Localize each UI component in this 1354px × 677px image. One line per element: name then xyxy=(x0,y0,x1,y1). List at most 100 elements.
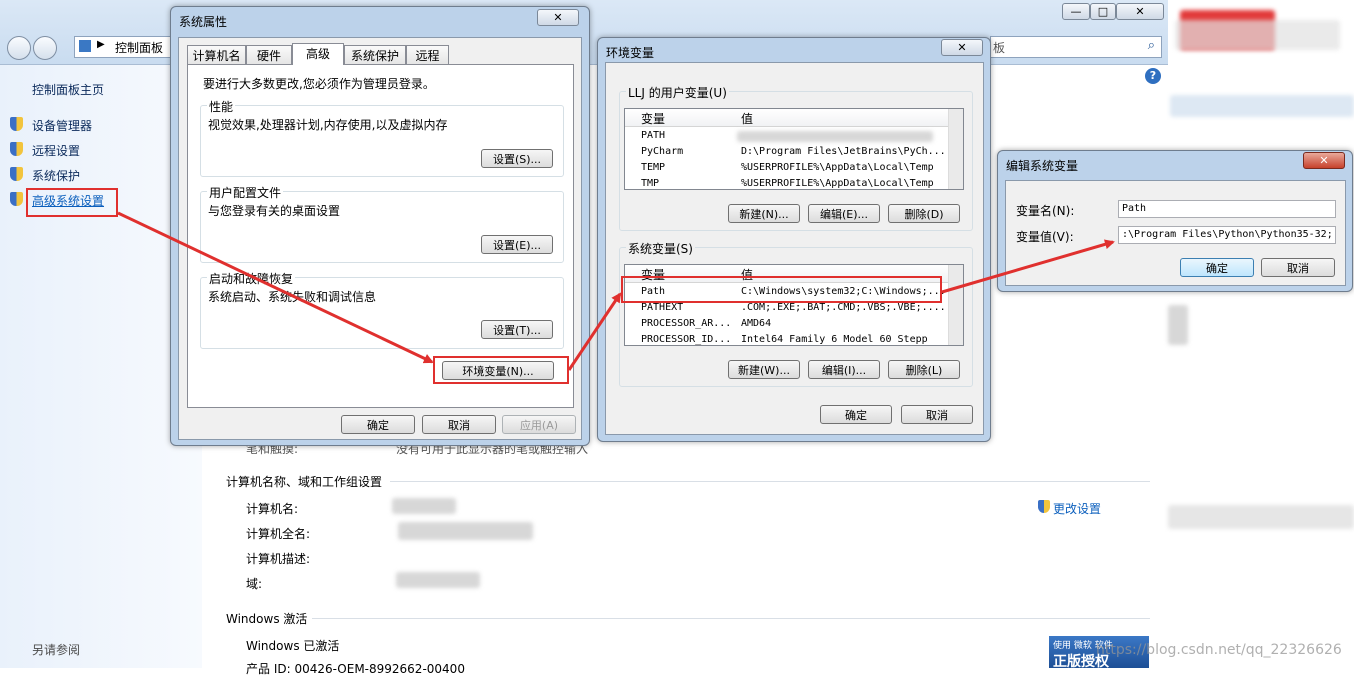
system-new-button[interactable]: 新建(W)... xyxy=(728,360,800,379)
redacted-value xyxy=(392,498,456,514)
user-variables-list[interactable]: 变量 值 PATH PyCharm D:\Program Files\JetBr… xyxy=(624,108,964,190)
user-profiles-settings-button[interactable]: 设置(E)... xyxy=(481,235,553,254)
back-button[interactable] xyxy=(7,36,31,60)
tab-computer-name[interactable]: 计算机名 xyxy=(187,45,246,65)
row-value: D:\Program Files\JetBrains\PyCh... xyxy=(741,146,946,157)
tab-system-protection[interactable]: 系统保护 xyxy=(344,45,406,65)
dialog-client: 变量名(N): Path 变量值(V): :\Program Files\Pyt… xyxy=(1005,180,1346,286)
dialog-title: 环境变量 xyxy=(606,46,655,60)
user-edit-button[interactable]: 编辑(E)... xyxy=(808,204,880,223)
change-settings-link[interactable]: 更改设置 xyxy=(1053,500,1101,517)
dialog-client: LLJ 的用户变量(U) 变量 值 PATH PyCharm D:\Progra… xyxy=(605,62,984,435)
redacted-region xyxy=(1168,505,1354,529)
performance-settings-button[interactable]: 设置(S)... xyxy=(481,149,553,168)
search-box[interactable]: 板 ⌕ xyxy=(990,36,1162,58)
control-panel-icon xyxy=(79,40,91,52)
help-icon[interactable]: ? xyxy=(1145,68,1161,84)
edit-system-variable-dialog: 编辑系统变量 ✕ 变量名(N): Path 变量值(V): :\Program … xyxy=(997,150,1353,292)
sidebar-home-link[interactable]: 控制面板主页 xyxy=(32,81,104,98)
redacted-region xyxy=(1168,305,1188,345)
cancel-button[interactable]: 取消 xyxy=(901,405,973,424)
ok-button[interactable]: 确定 xyxy=(341,415,415,434)
table-row[interactable]: TEMP %USERPROFILE%\AppData\Local\Temp xyxy=(625,160,949,176)
startup-recovery-settings-button[interactable]: 设置(T)... xyxy=(481,320,553,339)
breadcrumb-chevron-icon: ▶ xyxy=(97,39,105,50)
system-edit-button[interactable]: 编辑(I)... xyxy=(808,360,880,379)
row-name: PATHEXT xyxy=(641,302,684,313)
tab-advanced[interactable]: 高级 xyxy=(292,43,344,65)
ok-button[interactable]: 确定 xyxy=(820,405,892,424)
table-row[interactable]: TMP %USERPROFILE%\AppData\Local\Temp xyxy=(625,176,949,189)
performance-label: 性能 xyxy=(207,98,236,115)
column-header-variable[interactable]: 变量 xyxy=(641,110,665,127)
system-variables-label: 系统变量(S) xyxy=(626,240,695,257)
row-name: PROCESSOR_ID... xyxy=(641,334,732,345)
table-row[interactable]: PATH xyxy=(625,128,949,144)
forward-button[interactable] xyxy=(33,36,57,60)
computer-desc-label: 计算机描述: xyxy=(246,552,311,566)
close-button[interactable]: ✕ xyxy=(941,39,983,56)
shield-icon xyxy=(10,142,23,156)
column-header-value[interactable]: 值 xyxy=(741,110,753,127)
redacted-value xyxy=(398,522,533,540)
computer-name-label: 计算机名: xyxy=(246,502,299,516)
close-button[interactable]: ✕ xyxy=(1116,3,1164,20)
tab-hardware[interactable]: 硬件 xyxy=(246,45,292,65)
address-bar[interactable]: ▶ 控制面板 xyxy=(74,36,176,58)
table-row[interactable]: PROCESSOR_ID... Intel64 Family 6 Model 6… xyxy=(625,332,949,345)
performance-desc: 视觉效果,处理器计划,内存使用,以及虚拟内存 xyxy=(208,118,448,132)
search-icon[interactable]: ⌕ xyxy=(1148,38,1155,53)
row-name: PROCESSOR_AR... xyxy=(641,318,732,329)
shield-icon xyxy=(10,167,23,181)
product-id-text: 产品 ID: 00426-OEM-8992662-00400 xyxy=(246,662,465,676)
user-variables-label: LLJ 的用户变量(U) xyxy=(626,84,729,101)
startup-recovery-desc: 系统启动、系统失败和调试信息 xyxy=(208,290,377,304)
user-profiles-desc: 与您登录有关的桌面设置 xyxy=(208,204,341,218)
redacted-value xyxy=(737,131,933,142)
variable-value-field[interactable]: :\Program Files\Python\Python35-32; xyxy=(1118,226,1336,244)
table-row[interactable]: PROCESSOR_AR... AMD64 xyxy=(625,316,949,332)
variable-value-label: 变量值(V): xyxy=(1016,230,1074,244)
admin-note: 要进行大多数更改,您必须作为管理员登录。 xyxy=(203,77,435,91)
apply-button[interactable]: 应用(A) xyxy=(502,415,576,434)
table-row[interactable]: PyCharm D:\Program Files\JetBrains\PyCh.… xyxy=(625,144,949,160)
cancel-button[interactable]: 取消 xyxy=(1261,258,1335,277)
close-button[interactable]: ✕ xyxy=(537,9,579,26)
row-value: Intel64 Family 6 Model 60 Stepp xyxy=(741,334,928,345)
sidebar-item-system-protection[interactable]: 系统保护 xyxy=(32,167,80,184)
sidebar-item-device-manager[interactable]: 设备管理器 xyxy=(32,117,92,134)
user-delete-button[interactable]: 删除(D) xyxy=(888,204,960,223)
vertical-scrollbar[interactable] xyxy=(948,265,963,345)
shield-icon xyxy=(10,192,23,206)
user-new-button[interactable]: 新建(N)... xyxy=(728,204,800,223)
section-divider xyxy=(312,618,1150,619)
windows-activation-section: Windows 激活 xyxy=(226,612,308,626)
shield-icon xyxy=(10,117,23,131)
see-also-label: 另请参阅 xyxy=(32,643,81,657)
domain-label: 域: xyxy=(246,577,263,591)
row-value: AMD64 xyxy=(741,318,772,329)
dialog-title: 编辑系统变量 xyxy=(1006,159,1079,173)
variable-name-field[interactable]: Path xyxy=(1118,200,1336,218)
computer-fullname-label: 计算机全名: xyxy=(246,527,311,541)
minimize-button[interactable]: — xyxy=(1062,3,1090,20)
system-delete-button[interactable]: 删除(L) xyxy=(888,360,960,379)
sidebar-item-remote-settings[interactable]: 远程设置 xyxy=(32,142,80,159)
breadcrumb[interactable]: 控制面板 xyxy=(115,39,163,56)
tab-remote[interactable]: 远程 xyxy=(406,45,449,65)
user-profiles-label: 用户配置文件 xyxy=(207,184,284,201)
cancel-button[interactable]: 取消 xyxy=(422,415,496,434)
variable-name-label: 变量名(N): xyxy=(1016,204,1075,218)
redacted-region xyxy=(1170,95,1354,117)
vertical-scrollbar[interactable] xyxy=(948,109,963,189)
ok-button[interactable]: 确定 xyxy=(1180,258,1254,277)
section-divider xyxy=(390,481,1150,482)
dialog-title: 系统属性 xyxy=(179,15,228,29)
search-box-text: 板 xyxy=(993,41,1006,55)
redacted-value xyxy=(396,572,480,588)
computer-name-section: 计算机名称、域和工作组设置 xyxy=(226,475,383,489)
maximize-button[interactable]: □ xyxy=(1090,3,1116,20)
startup-recovery-label: 启动和故障恢复 xyxy=(207,270,296,287)
row-value: .COM;.EXE;.BAT;.CMD;.VBS;.VBE;.... xyxy=(741,302,946,313)
close-button[interactable]: ✕ xyxy=(1303,152,1345,169)
